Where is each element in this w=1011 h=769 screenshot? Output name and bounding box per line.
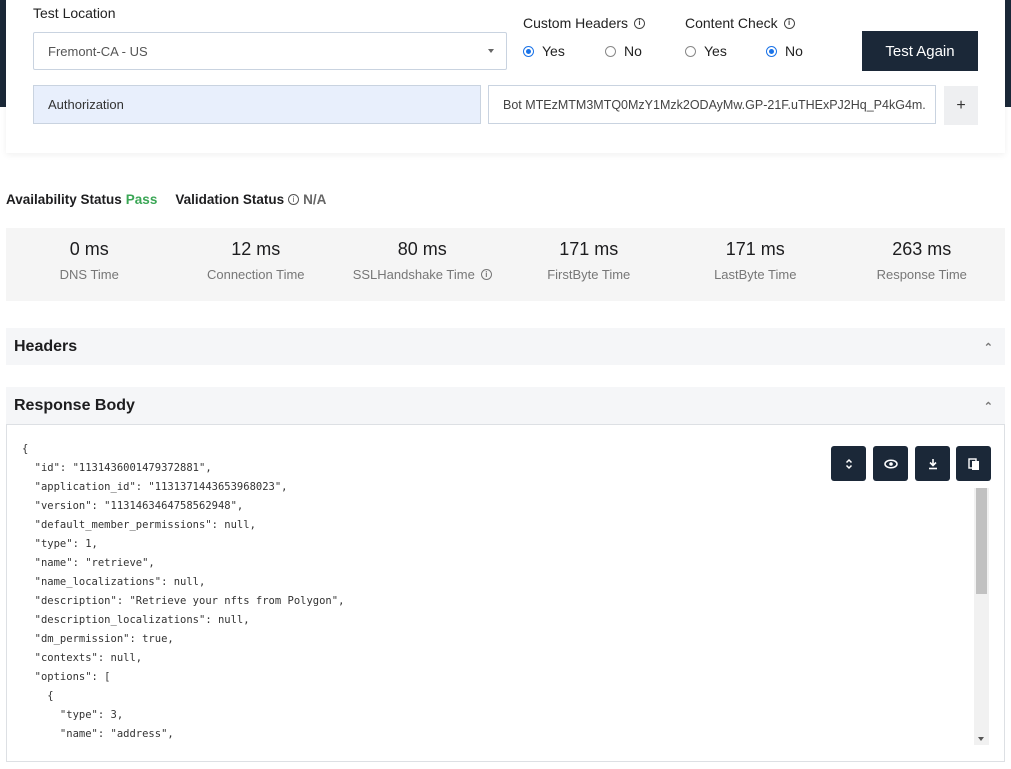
- code-line: "name": "address",: [22, 728, 174, 740]
- test-again-button[interactable]: Test Again: [862, 31, 978, 71]
- download-button[interactable]: [915, 446, 950, 481]
- chevron-up-icon: ⌃: [983, 401, 993, 413]
- info-icon[interactable]: i: [288, 194, 300, 205]
- code-line: "type": 1,: [22, 538, 98, 550]
- custom-headers-group: Custom Headers i Yes No: [523, 15, 646, 59]
- eye-icon: [883, 458, 898, 469]
- headers-section-title: Headers: [14, 337, 78, 355]
- code-line: "contexts": null,: [22, 652, 143, 664]
- info-icon[interactable]: i: [783, 17, 795, 29]
- add-header-button[interactable]: +: [944, 86, 978, 125]
- content-check-group: Content Check i Yes No: [685, 15, 803, 59]
- custom-headers-yes-radio[interactable]: Yes: [523, 43, 605, 59]
- code-line: {: [22, 690, 54, 702]
- headers-section-toggle[interactable]: Headers ⌃: [6, 328, 1005, 365]
- test-location-label: Test Location: [33, 5, 116, 21]
- radio-label: Yes: [542, 43, 565, 59]
- metric-value: 171 ms: [725, 239, 785, 259]
- radio-label: No: [624, 43, 642, 59]
- metric-label: Response Time: [876, 267, 967, 282]
- code-line: "id": "1131436001479372881",: [22, 462, 212, 474]
- preview-button[interactable]: [873, 446, 908, 481]
- metric-label: SSLHandshake Time: [352, 267, 475, 282]
- radio-unchecked-icon: [685, 45, 696, 57]
- copy-icon: [967, 457, 979, 470]
- custom-headers-label: Custom Headers: [523, 15, 629, 31]
- availability-status-label: Availability Status: [6, 192, 122, 207]
- content-check-yes-radio[interactable]: Yes: [685, 43, 766, 59]
- header-value-field[interactable]: Bot MTEzMTM3MTQ0MzY1Mzk2ODAyMw.GP-21F.uT…: [488, 85, 936, 124]
- content-check-label: Content Check: [685, 15, 778, 31]
- status-line: Availability Status Pass Validation Stat…: [6, 192, 326, 207]
- metric-connection-time: 12 ms Connection Time: [173, 228, 340, 301]
- metric-dns-time: 0 ms DNS Time: [6, 228, 173, 301]
- availability-status-value: Pass: [125, 192, 158, 207]
- info-icon[interactable]: i: [634, 17, 646, 29]
- metric-value: 171 ms: [559, 239, 619, 259]
- code-line: "description_localizations": null,: [22, 614, 250, 626]
- code-line: "version": "1131463464758562948",: [22, 500, 244, 512]
- content-check-no-radio[interactable]: No: [766, 43, 803, 59]
- test-location-value: Fremont-CA - US: [48, 43, 148, 59]
- radio-checked-icon: [523, 45, 534, 57]
- code-line: "type": 3,: [22, 709, 124, 721]
- code-line: "name_localizations": null,: [22, 576, 206, 588]
- scroll-down-arrow-icon[interactable]: [978, 737, 984, 741]
- metric-value: 263 ms: [892, 239, 952, 259]
- response-body-code: { "id": "1131436001479372881", "applicat…: [22, 440, 344, 744]
- timing-metrics: 0 ms DNS Time 12 ms Connection Time 80 m…: [6, 228, 1005, 301]
- copy-button[interactable]: [956, 446, 991, 481]
- code-line: "application_id": "1131371443653968023",: [22, 481, 288, 493]
- metric-value: 0 ms: [69, 239, 109, 259]
- expand-collapse-button[interactable]: [831, 446, 866, 481]
- radio-label: No: [785, 43, 803, 59]
- metric-label: LastByte Time: [714, 267, 797, 282]
- metric-firstbyte-time: 171 ms FirstByte Time: [506, 228, 673, 301]
- metric-label: FirstByte Time: [547, 267, 631, 282]
- code-line: {: [22, 443, 29, 455]
- radio-checked-icon: [766, 45, 777, 57]
- response-body-section-title: Response Body: [14, 396, 135, 414]
- custom-headers-no-radio[interactable]: No: [605, 43, 642, 59]
- metric-response-time: 263 ms Response Time: [839, 228, 1006, 301]
- response-body-scrollbar[interactable]: [974, 488, 989, 745]
- validation-status-value: N/A: [303, 192, 327, 207]
- dropdown-caret-icon: [488, 49, 494, 53]
- metric-lastbyte-time: 171 ms LastByte Time: [672, 228, 839, 301]
- code-line: "options": [: [22, 671, 111, 683]
- metric-sslhandshake-time: 80 ms SSLHandshake Time i: [339, 228, 506, 301]
- metric-value: 80 ms: [397, 239, 447, 259]
- scrollbar-thumb[interactable]: [976, 488, 987, 594]
- radio-label: Yes: [704, 43, 727, 59]
- radio-unchecked-icon: [605, 45, 616, 57]
- code-line: "description": "Retrieve your nfts from …: [22, 595, 345, 607]
- code-line: "dm_permission": true,: [22, 633, 174, 645]
- code-line: "default_member_permissions": null,: [22, 519, 256, 531]
- test-location-select[interactable]: Fremont-CA - US: [33, 32, 507, 70]
- expand-collapse-icon: [845, 458, 852, 469]
- header-name-field[interactable]: Authorization: [33, 85, 481, 124]
- response-body-viewer: { "id": "1131436001479372881", "applicat…: [6, 424, 1005, 762]
- metric-label: DNS Time: [59, 267, 119, 282]
- download-icon: [928, 458, 937, 469]
- code-line: "name": "retrieve",: [22, 557, 155, 569]
- chevron-up-icon: ⌃: [983, 342, 993, 354]
- validation-status-label: Validation Status: [175, 192, 285, 207]
- test-config-card: Test Location Fremont-CA - US Custom Hea…: [6, 0, 1005, 153]
- metric-label: Connection Time: [206, 267, 305, 282]
- metric-value: 12 ms: [231, 239, 281, 259]
- response-body-section-toggle[interactable]: Response Body ⌃: [6, 387, 1005, 424]
- info-icon[interactable]: i: [480, 269, 492, 280]
